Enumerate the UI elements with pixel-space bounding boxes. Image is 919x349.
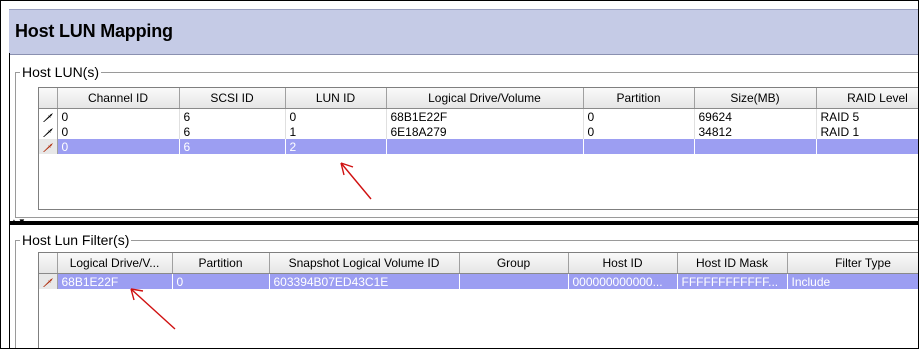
host-lun-row[interactable]: 0 6 0 68B1E22F 0 69624 RAID 5 <box>39 108 918 124</box>
filters-header-row: Logical Drive/V... Partition Snapshot Lo… <box>39 253 918 274</box>
column-header-group[interactable]: Group <box>459 253 569 274</box>
column-header-host-id[interactable]: Host ID <box>568 253 678 274</box>
column-header-lun-id[interactable]: LUN ID <box>285 88 387 109</box>
host-luns-table[interactable]: Channel ID SCSI ID LUN ID Logical Drive/… <box>38 87 918 210</box>
row-header-corner <box>39 88 58 109</box>
column-header-logical-drive[interactable]: Logical Drive/V... <box>57 253 173 274</box>
cell-filter-type: Include <box>787 273 918 289</box>
row-pointer-icon <box>42 127 54 138</box>
cell-channel-id: 0 <box>57 108 180 124</box>
cell-partition: 0 <box>583 124 695 139</box>
row-pointer-icon <box>42 142 54 153</box>
cell-size-mb: 69624 <box>694 108 817 124</box>
pane-splitter[interactable]: ▲▼ <box>10 217 918 226</box>
cell-size-mb <box>694 139 817 154</box>
cell-lun-id: 1 <box>285 124 387 139</box>
cell-partition: 0 <box>583 108 695 124</box>
host-lun-row-selected[interactable]: 0 6 2 <box>39 139 918 154</box>
cell-raid-level: RAID 1 <box>816 124 918 139</box>
host-lun-filters-legend: Host Lun Filter(s) <box>20 232 132 248</box>
host-lun-row[interactable]: 0 6 1 6E18A279 0 34812 RAID 1 <box>39 124 918 139</box>
column-header-logical-drive-volume[interactable]: Logical Drive/Volume <box>386 88 584 109</box>
cell-group <box>459 273 569 289</box>
column-header-channel-id[interactable]: Channel ID <box>57 88 180 109</box>
column-header-snapshot-volume-id[interactable]: Snapshot Logical Volume ID <box>269 253 460 274</box>
cell-size-mb: 34812 <box>694 124 817 139</box>
title-bar: Host LUN Mapping <box>9 9 918 55</box>
column-header-raid-level[interactable]: RAID Level <box>816 88 918 109</box>
red-arrow-annotation <box>340 162 372 200</box>
cell-logical-drive: 6E18A279 <box>386 124 584 139</box>
host-luns-group: Host LUN(s) Channel ID SCSI ID LUN ID Lo… <box>15 64 918 218</box>
splitter-arrows-icon: ▲▼ <box>10 217 26 226</box>
cell-lun-id: 2 <box>285 139 387 154</box>
cell-host-id: 000000000000... <box>568 273 678 289</box>
red-arrow-annotation <box>130 288 176 330</box>
left-border <box>9 53 10 348</box>
cell-host-id-mask: FFFFFFFFFFFF... <box>677 273 788 289</box>
cell-scsi-id: 6 <box>179 124 286 139</box>
cell-channel-id: 0 <box>57 124 180 139</box>
host-luns-legend: Host LUN(s) <box>20 64 102 80</box>
window-title: Host LUN Mapping <box>15 21 173 41</box>
cell-snapshot-volume-id: 603394B07ED43C1E <box>269 273 460 289</box>
cell-partition: 0 <box>172 273 270 289</box>
column-header-partition[interactable]: Partition <box>172 253 270 274</box>
cell-logical-drive: 68B1E22F <box>386 108 584 124</box>
cell-raid-level: RAID 5 <box>816 108 918 124</box>
cell-raid-level <box>816 139 918 154</box>
column-header-scsi-id[interactable]: SCSI ID <box>179 88 286 109</box>
cell-partition <box>583 139 695 154</box>
cell-logical-drive <box>386 139 584 154</box>
host-lun-mapping-window: Host LUN Mapping Host LUN(s) Channel ID … <box>0 0 919 349</box>
column-header-partition[interactable]: Partition <box>583 88 695 109</box>
cell-scsi-id: 6 <box>179 108 286 124</box>
column-header-filter-type[interactable]: Filter Type <box>787 253 918 274</box>
cell-channel-id: 0 <box>57 139 180 154</box>
cell-scsi-id: 6 <box>179 139 286 154</box>
row-header-corner <box>39 253 58 274</box>
column-header-host-id-mask[interactable]: Host ID Mask <box>677 253 788 274</box>
row-pointer-icon <box>42 277 54 288</box>
column-header-size-mb[interactable]: Size(MB) <box>694 88 817 109</box>
row-pointer-icon <box>42 112 54 123</box>
host-luns-header-row: Channel ID SCSI ID LUN ID Logical Drive/… <box>39 88 918 109</box>
cell-lun-id: 0 <box>285 108 387 124</box>
